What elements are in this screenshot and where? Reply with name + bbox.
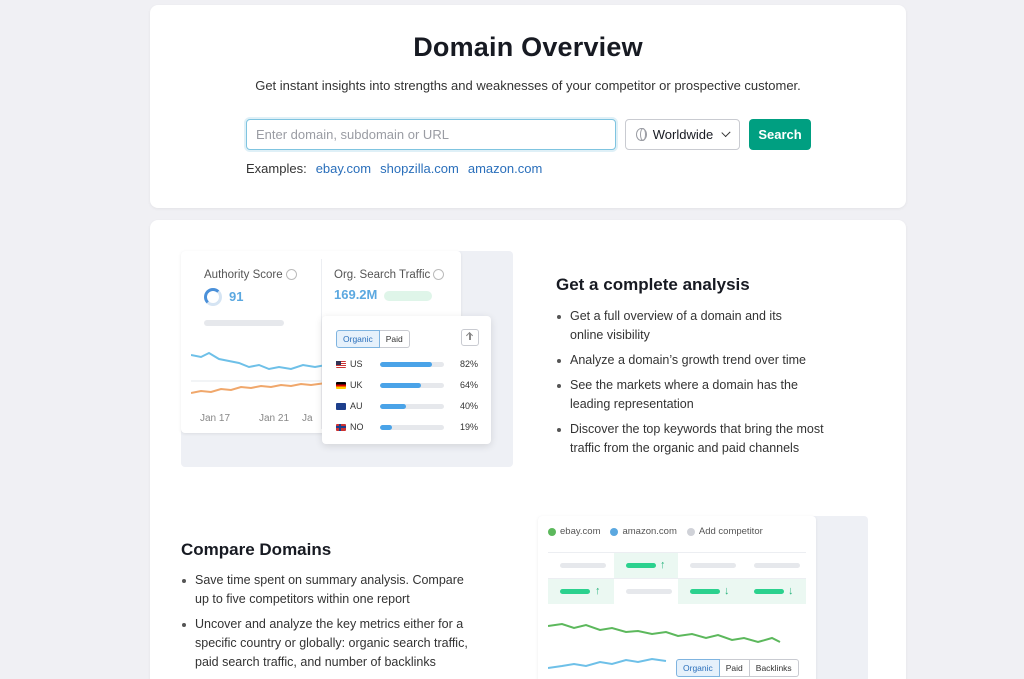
au-flag-icon [336, 402, 346, 410]
metric-pill [626, 563, 656, 568]
share-bar-fill [380, 361, 433, 367]
arrow-down-icon: ↓ [788, 585, 794, 597]
arrow-down-icon: ↓ [724, 585, 730, 597]
geo-row-no: NO 19% [336, 422, 478, 432]
arrow-up-icon: ↑ [660, 559, 666, 571]
date-label: Jan 21 [259, 413, 290, 424]
share-percent: 19% [459, 422, 478, 432]
legend-item-ebay: ebay.com [548, 526, 600, 537]
no-flag-icon [336, 423, 346, 431]
tab-backlinks[interactable]: Backlinks [749, 659, 799, 677]
comparison-row: ↑ ↓ ↓ [548, 578, 806, 604]
export-icon[interactable] [461, 329, 479, 346]
compare-bullet-list: Save time spent on summary analysis. Com… [181, 571, 491, 678]
tab-organic[interactable]: Organic [336, 330, 380, 348]
tab-paid[interactable]: Paid [379, 330, 410, 348]
tab-organic[interactable]: Organic [676, 659, 720, 677]
legend-dot [548, 527, 556, 536]
country-code: AU [350, 401, 363, 411]
authority-score-label: Authority Score [204, 269, 297, 281]
geo-row-us: US 82% [336, 359, 478, 369]
authority-score-donut [204, 288, 222, 306]
examples-label: Examples: [246, 161, 307, 176]
examples-row: Examples: ebay.com shopzilla.com amazon.… [246, 161, 542, 176]
traffic-trend-bar [384, 291, 432, 301]
geo-distribution-panel: Organic Paid US 82% UK 64% AU 40% NO 19% [322, 316, 491, 444]
share-bar-track [380, 382, 444, 388]
country-code: US [350, 359, 363, 369]
share-bar-track [380, 361, 444, 367]
page-subtitle: Get instant insights into strengths and … [255, 78, 801, 93]
share-bar-track [380, 403, 444, 409]
organic-series-line [191, 351, 326, 371]
search-button[interactable]: Search [749, 119, 811, 150]
competitor-legend: ebay.com amazon.com Add competitor [548, 526, 763, 537]
domain-overview-hero: Domain Overview Get instant insights int… [150, 5, 906, 208]
us-flag-icon [336, 360, 346, 368]
compare-mockup: ebay.com amazon.com Add competitor ↑ ↑ ↓… [538, 516, 816, 679]
skeleton-pill [690, 563, 736, 568]
geo-row-au: AU 40% [336, 401, 478, 411]
traffic-type-tabs: Organic Paid [336, 330, 410, 348]
compare-metric-tabs: Organic Paid Backlinks [674, 657, 801, 679]
analysis-title: Get a complete analysis [556, 275, 750, 294]
legend-item-amazon: amazon.com [610, 526, 677, 537]
compare-title: Compare Domains [181, 540, 332, 559]
share-bar-fill [380, 382, 421, 388]
analysis-bullet: Discover the top keywords that bring the… [556, 420, 856, 458]
skeleton-pill [626, 589, 672, 594]
analysis-bullet: See the markets where a domain has the l… [556, 376, 800, 414]
comparison-row: ↑ [548, 552, 806, 578]
example-link-amazon[interactable]: amazon.com [468, 161, 542, 176]
amazon-series-line [548, 657, 667, 669]
tab-paid[interactable]: Paid [719, 659, 750, 677]
metric-pill [690, 589, 720, 594]
skeleton-pill [560, 563, 606, 568]
date-label: Ja [302, 413, 313, 424]
example-link-ebay[interactable]: ebay.com [316, 161, 371, 176]
authority-score-value: 91 [229, 289, 244, 304]
traffic-value: 169.2M [334, 287, 378, 302]
country-code: UK [350, 380, 363, 390]
info-icon [285, 269, 297, 280]
info-icon [433, 269, 445, 280]
traffic-label: Org. Search Traffic [334, 269, 445, 281]
date-label: Jan 17 [200, 413, 231, 424]
chevron-down-icon [721, 127, 731, 138]
skeleton-pill [754, 563, 800, 568]
analysis-bullet: Get a full overview of a domain and its … [556, 307, 800, 345]
legend-dot [610, 527, 619, 536]
share-percent: 82% [459, 359, 478, 369]
share-bar-track [380, 424, 444, 430]
placeholder-skeleton [204, 320, 284, 326]
features-card: Authority Score 91 Org. Search Traffic 1… [150, 220, 906, 679]
analysis-bullet: Analyze a domain’s growth trend over tim… [556, 351, 856, 370]
share-percent: 40% [459, 401, 478, 411]
ebay-series-line [548, 622, 781, 644]
share-bar-fill [380, 424, 393, 430]
page-title: Domain Overview [413, 32, 643, 62]
arrow-up-icon: ↑ [595, 585, 601, 597]
geo-row-uk: UK 64% [336, 380, 478, 390]
metric-pill [560, 589, 590, 594]
example-link-shopzilla[interactable]: shopzilla.com [380, 161, 459, 176]
country-code: NO [350, 422, 364, 432]
region-select[interactable]: Worldwide [625, 119, 740, 150]
analysis-bullet-list: Get a full overview of a domain and its … [556, 307, 856, 464]
compare-bullet: Save time spent on summary analysis. Com… [181, 571, 481, 609]
compare-bullet: Uncover and analyze the key metrics eith… [181, 615, 491, 672]
metric-pill [754, 589, 784, 594]
add-icon [686, 527, 695, 536]
paid-series-line [191, 382, 326, 394]
add-competitor-button[interactable]: Add competitor [686, 526, 763, 537]
flag-icon [336, 381, 346, 389]
traffic-line-chart [191, 351, 326, 394]
share-percent: 64% [459, 380, 478, 390]
region-select-value: Worldwide [652, 127, 714, 142]
share-bar-fill [380, 403, 406, 409]
globe-icon [636, 128, 647, 141]
domain-search-input[interactable] [246, 119, 616, 150]
